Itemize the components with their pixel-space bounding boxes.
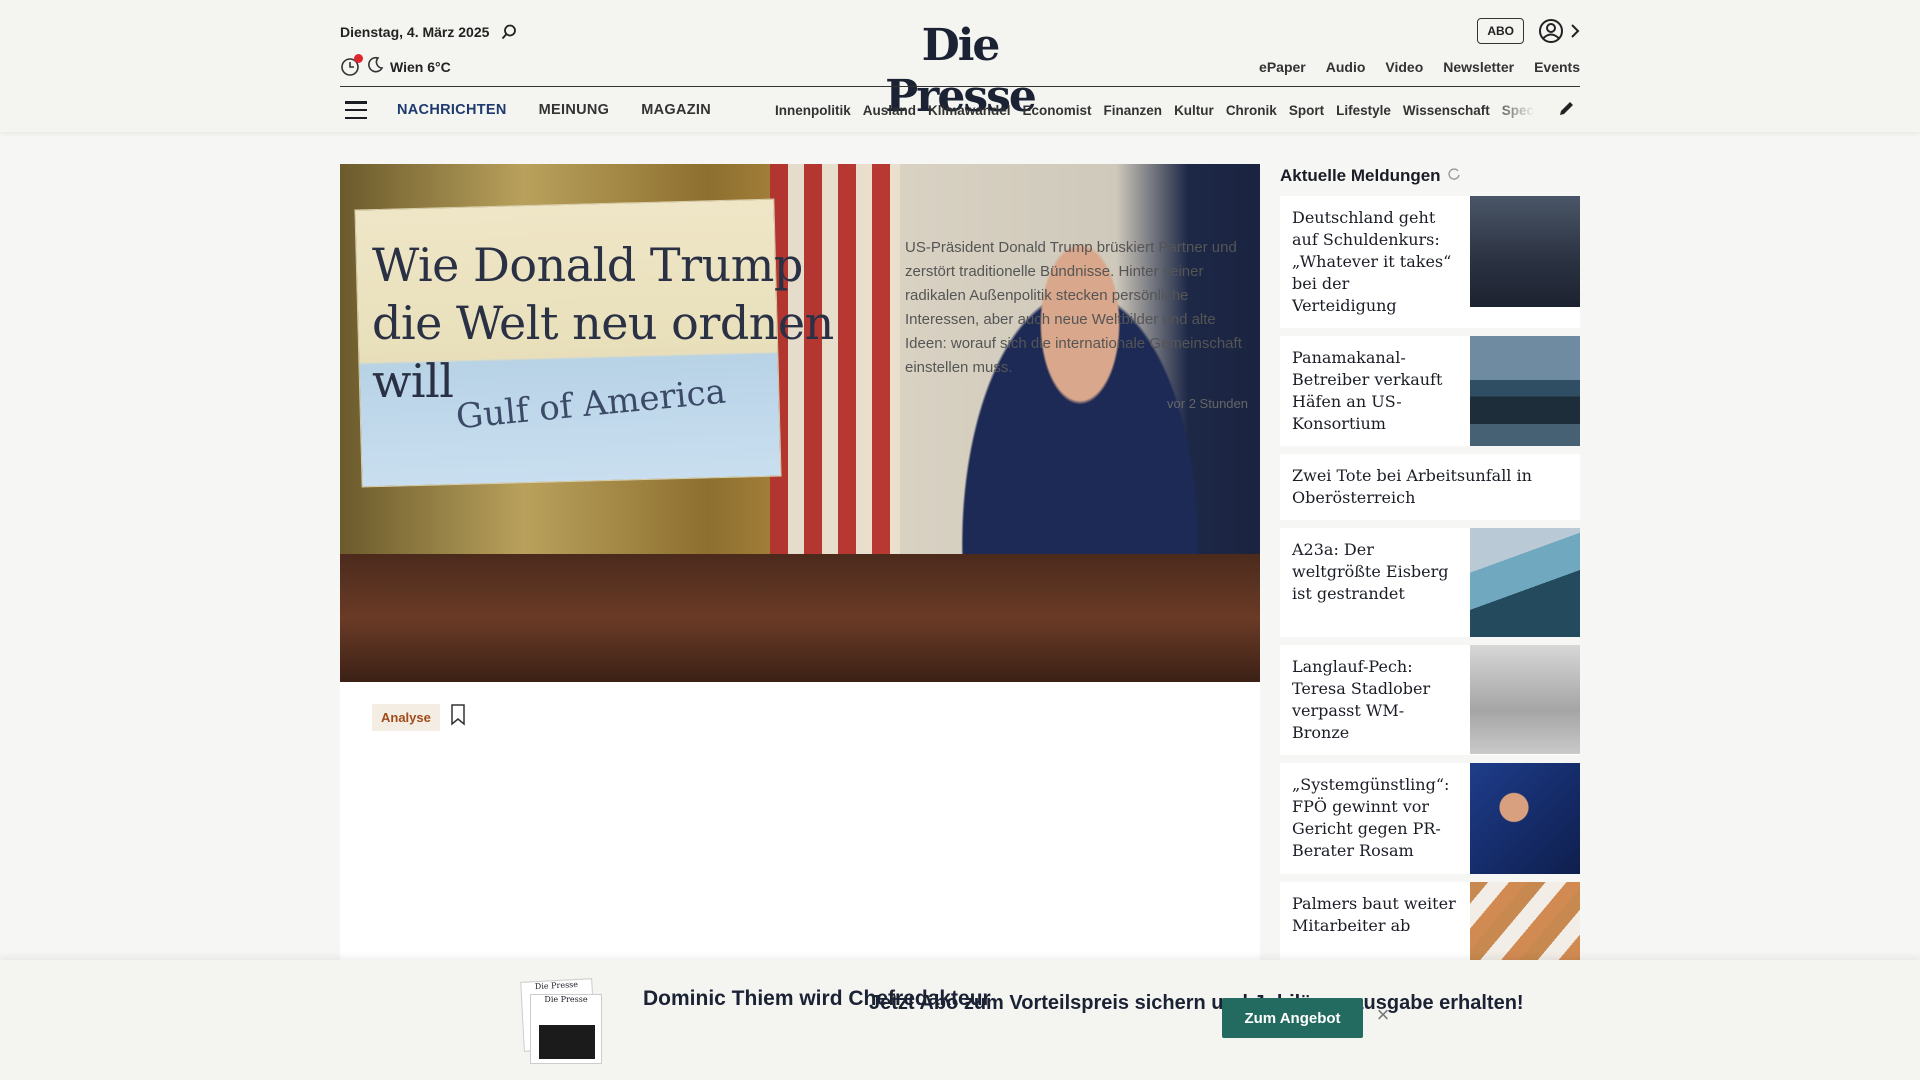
search-icon[interactable]	[501, 24, 517, 40]
nav-chronik[interactable]: Chronik	[1226, 103, 1277, 118]
date-row: Dienstag, 4. März 2025	[340, 24, 517, 40]
main-navigation: NACHRICHTEN MEINUNG MAGAZIN Innenpolitik…	[340, 90, 1580, 130]
account-menu[interactable]	[1538, 18, 1580, 44]
news-item-title[interactable]: „Systemgünstling“: FPÖ gewinnt vor Geric…	[1280, 763, 1470, 874]
link-events[interactable]: Events	[1534, 59, 1580, 75]
news-item-image[interactable]	[1470, 763, 1580, 874]
offer-button[interactable]: Zum Angebot	[1222, 998, 1363, 1038]
news-item-image[interactable]	[1470, 196, 1580, 307]
moon-icon	[366, 56, 384, 77]
news-item-image[interactable]	[1470, 528, 1580, 637]
nav-meinung[interactable]: MEINUNG	[539, 102, 610, 118]
weather-text: Wien 6°C	[390, 58, 451, 75]
news-item[interactable]: Panamakanal-Betreiber verkauft Häfen an …	[1280, 336, 1580, 446]
chevron-right-icon	[1571, 24, 1580, 38]
news-item-title[interactable]: Langlauf-Pech: Teresa Stadlober verpasst…	[1280, 645, 1470, 755]
weather-row: Wien 6°C	[340, 53, 451, 77]
news-item[interactable]: Zwei Tote bei Arbeitsunfall in Oberöster…	[1280, 454, 1580, 520]
news-item-title[interactable]: A23a: Der weltgrößte Eisberg ist gestran…	[1280, 528, 1470, 637]
nav-sport[interactable]: Sport	[1289, 103, 1324, 118]
nav-main: NACHRICHTEN MEINUNG MAGAZIN	[397, 102, 711, 118]
promo-text: Jetzt Abo zum Vorteilspreis sichern und …	[869, 992, 1524, 1014]
article-title[interactable]: Wie Donald Trump die Welt neu ordnen wil…	[372, 236, 872, 410]
newspaper-front: Die Presse	[530, 994, 602, 1064]
nav-nachrichten[interactable]: NACHRICHTEN	[397, 102, 507, 118]
nav-ausland[interactable]: Ausland	[863, 103, 916, 118]
nav-economist[interactable]: Economist	[1023, 103, 1092, 118]
news-item[interactable]: A23a: Der weltgrößte Eisberg ist gestran…	[1280, 528, 1580, 637]
hero-article[interactable]: Gulf of America Analyse Wie Donald Trump…	[340, 164, 1260, 960]
newspaper-logo: Die Presse	[544, 995, 588, 1004]
header-inner: Dienstag, 4. März 2025 Wien 6°C Die Pres…	[340, 0, 1580, 132]
close-icon[interactable]: ×	[1372, 1002, 1394, 1027]
article-time: vor 2 Stunden	[1167, 396, 1248, 411]
nav-kultur[interactable]: Kultur	[1174, 103, 1214, 118]
notification-dot	[354, 53, 363, 63]
news-item-image[interactable]	[1470, 336, 1580, 446]
site-header: Dienstag, 4. März 2025 Wien 6°C Die Pres…	[0, 0, 1920, 132]
nav-innenpolitik[interactable]: Innenpolitik	[775, 103, 851, 118]
article-tag[interactable]: Analyse	[372, 704, 440, 731]
tag-row: Analyse	[372, 704, 1228, 731]
link-video[interactable]: Video	[1385, 59, 1423, 75]
bookmark-icon[interactable]	[450, 704, 466, 731]
link-newsletter[interactable]: Newsletter	[1443, 59, 1514, 75]
nav-sections: Innenpolitik Ausland Klimawandel Economi…	[775, 103, 1535, 118]
news-item[interactable]: Deutschland geht auf Schuldenkurs: „What…	[1280, 196, 1580, 328]
header-actions: ABO	[1477, 18, 1580, 44]
subscription-banner: Die Presse Die Presse Dominic Thiem wird…	[0, 960, 1920, 1080]
nav-magazin[interactable]: MAGAZIN	[641, 102, 711, 118]
latest-news-header: Aktuelle Meldungen	[1280, 164, 1580, 188]
nav-finanzen[interactable]: Finanzen	[1104, 103, 1163, 118]
newspaper-photo	[539, 1025, 595, 1059]
news-item-image[interactable]	[1470, 645, 1580, 754]
news-item-title[interactable]: Zwei Tote bei Arbeitsunfall in Oberöster…	[1280, 454, 1580, 520]
nav-wissenschaft[interactable]: Wissenschaft	[1403, 103, 1490, 118]
news-item[interactable]: „Systemgünstling“: FPÖ gewinnt vor Geric…	[1280, 763, 1580, 874]
link-audio[interactable]: Audio	[1326, 59, 1366, 75]
news-item-title[interactable]: Deutschland geht auf Schuldenkurs: „What…	[1280, 196, 1470, 328]
link-epaper[interactable]: ePaper	[1259, 59, 1306, 75]
news-item-title[interactable]: Panamakanal-Betreiber verkauft Häfen an …	[1280, 336, 1470, 446]
refresh-icon	[1447, 166, 1461, 186]
article-teaser: US-Präsident Donald Trump brüskiert Part…	[905, 239, 1242, 376]
pencil-icon[interactable]	[1558, 99, 1576, 122]
news-item[interactable]: Langlauf-Pech: Teresa Stadlober verpasst…	[1280, 645, 1580, 755]
latest-news-title: Aktuelle Meldungen	[1280, 166, 1441, 185]
header-links: ePaper Audio Video Newsletter Events	[1259, 59, 1580, 75]
user-icon	[1539, 19, 1563, 43]
hero-body: Analyse	[340, 682, 1260, 753]
desk	[340, 554, 1260, 682]
menu-icon[interactable]	[345, 101, 367, 119]
nav-lifestyle[interactable]: Lifestyle	[1336, 103, 1391, 118]
nav-spectrum[interactable]: Spectrum	[1502, 103, 1535, 118]
abo-button[interactable]: ABO	[1477, 18, 1524, 44]
latest-news-list: Deutschland geht auf Schuldenkurs: „What…	[1280, 196, 1580, 982]
history-icon[interactable]	[340, 53, 363, 77]
nav-klimawandel[interactable]: Klimawandel	[928, 103, 1011, 118]
current-date: Dienstag, 4. März 2025	[340, 24, 490, 40]
latest-news: Aktuelle Meldungen Deutschland geht auf …	[1280, 164, 1580, 982]
header-divider	[340, 86, 1580, 87]
newspaper-image: Die Presse Die Presse	[520, 978, 602, 1064]
